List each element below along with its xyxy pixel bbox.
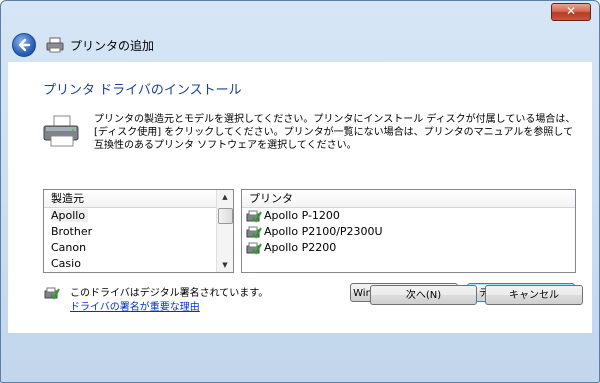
list-item[interactable]: Apollo — [44, 208, 233, 224]
list-item[interactable]: Apollo P2200 — [242, 240, 575, 256]
back-arrow-icon — [18, 38, 31, 52]
instruction-text: プリンタの製造元とモデルを選択してください。プリンタにインストール ディスクが付… — [94, 114, 576, 151]
certified-printer-icon — [246, 226, 262, 239]
certified-printer-icon — [246, 210, 262, 223]
window-title: プリンタの追加 — [70, 38, 155, 53]
list-item[interactable]: Apollo P2100/P2300U — [242, 224, 575, 240]
printer-large-icon — [43, 115, 79, 147]
list-item[interactable]: Brother — [44, 224, 233, 240]
page-heading: プリンタ ドライバのインストール — [43, 83, 242, 98]
list-item[interactable]: Casio — [44, 256, 233, 272]
scroll-down-icon[interactable]: ▼ — [217, 258, 233, 272]
printer-header[interactable]: プリンタ — [242, 190, 575, 208]
close-button[interactable]: ✕ — [551, 3, 591, 21]
signature-status: このドライバはデジタル署名されています。 — [70, 288, 269, 299]
signature-info-link[interactable]: ドライバの署名が重要な理由 — [70, 298, 200, 313]
cancel-button[interactable]: キャンセル — [485, 285, 583, 305]
back-button[interactable] — [12, 33, 36, 57]
printer-list[interactable]: プリンタ Apollo P-1200 Apollo P2100/P2300U A… — [241, 189, 576, 273]
certified-printer-icon — [246, 242, 262, 255]
scroll-thumb[interactable] — [218, 208, 233, 224]
printer-icon — [46, 37, 64, 53]
manufacturer-list[interactable]: 製造元 Apollo Brother Canon Casio ▲ ▼ — [43, 189, 234, 273]
next-button[interactable]: 次へ(N) — [370, 285, 477, 305]
manufacturer-scrollbar[interactable]: ▲ ▼ — [216, 190, 233, 272]
list-item[interactable]: Apollo P-1200 — [242, 208, 575, 224]
manufacturer-header[interactable]: 製造元 — [44, 190, 233, 208]
scroll-up-icon[interactable]: ▲ — [217, 190, 233, 204]
signed-driver-icon — [44, 287, 60, 300]
add-printer-window: ✕ プリンタの追加 プリンタ ドライバのインストール プリンタの製造元とモデルを… — [0, 0, 600, 383]
list-item[interactable]: Canon — [44, 240, 233, 256]
title-bar: プリンタの追加 — [8, 29, 592, 61]
